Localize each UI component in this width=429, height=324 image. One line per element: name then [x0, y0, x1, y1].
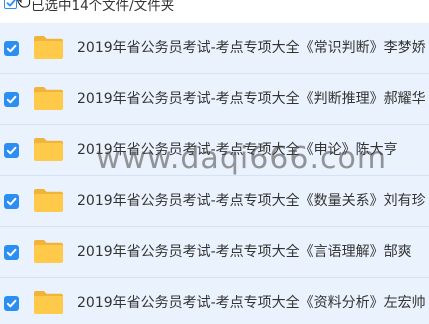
- row-checkbox[interactable]: [4, 194, 19, 209]
- check-icon: [6, 0, 16, 7]
- check-icon: [6, 248, 17, 257]
- file-row[interactable]: 2019年省公务员考试-考点专项大全《数量关系》刘有珍: [0, 176, 429, 227]
- row-checkbox[interactable]: [4, 296, 19, 311]
- check-icon: [6, 95, 17, 104]
- file-list-panel: 已选中14个文件/文件夹 2019年省公务员考试-考点专项大全《常识判断》李梦娇…: [0, 0, 429, 324]
- selection-count-label: 已选中14个文件/文件夹: [31, 0, 175, 14]
- folder-icon: [33, 290, 64, 315]
- row-checkbox[interactable]: [4, 92, 19, 107]
- file-row[interactable]: 2019年省公务员考试-考点专项大全《常识判断》李梦娇: [0, 23, 429, 74]
- check-icon: [6, 44, 17, 53]
- folder-icon: [33, 239, 64, 264]
- select-all-checkbox[interactable]: [4, 0, 17, 9]
- file-row[interactable]: 2019年省公务员考试-考点专项大全《言语理解》郜爽: [0, 227, 429, 278]
- folder-icon: [33, 188, 64, 213]
- row-checkbox[interactable]: [4, 143, 19, 158]
- file-name[interactable]: 2019年省公务员考试-考点专项大全《资料分析》左宏帅: [77, 294, 426, 312]
- file-name[interactable]: 2019年省公务员考试-考点专项大全《常识判断》李梦娇: [77, 39, 426, 57]
- file-name[interactable]: 2019年省公务员考试-考点专项大全《申论》陈大亨: [77, 141, 398, 159]
- file-list: 2019年省公务员考试-考点专项大全《常识判断》李梦娇 2019年省公务员考试-考…: [0, 23, 429, 324]
- file-row[interactable]: 2019年省公务员考试-考点专项大全《资料分析》左宏帅: [0, 278, 429, 324]
- file-row[interactable]: 2019年省公务员考试-考点专项大全《申论》陈大亨: [0, 125, 429, 176]
- file-row[interactable]: 2019年省公务员考试-考点专项大全《判断推理》郝耀华: [0, 74, 429, 125]
- row-checkbox[interactable]: [4, 245, 19, 260]
- check-icon: [6, 197, 17, 206]
- folder-icon: [33, 137, 64, 162]
- file-name[interactable]: 2019年省公务员考试-考点专项大全《判断推理》郝耀华: [77, 90, 426, 108]
- selection-header: 已选中14个文件/文件夹: [0, 0, 429, 14]
- hand-cursor-icon: [17, 0, 31, 12]
- check-icon: [6, 299, 17, 308]
- folder-icon: [33, 35, 64, 60]
- check-icon: [6, 146, 17, 155]
- file-name[interactable]: 2019年省公务员考试-考点专项大全《数量关系》刘有珍: [77, 192, 426, 210]
- file-name[interactable]: 2019年省公务员考试-考点专项大全《言语理解》郜爽: [77, 243, 412, 261]
- folder-icon: [33, 86, 64, 111]
- row-checkbox[interactable]: [4, 41, 19, 56]
